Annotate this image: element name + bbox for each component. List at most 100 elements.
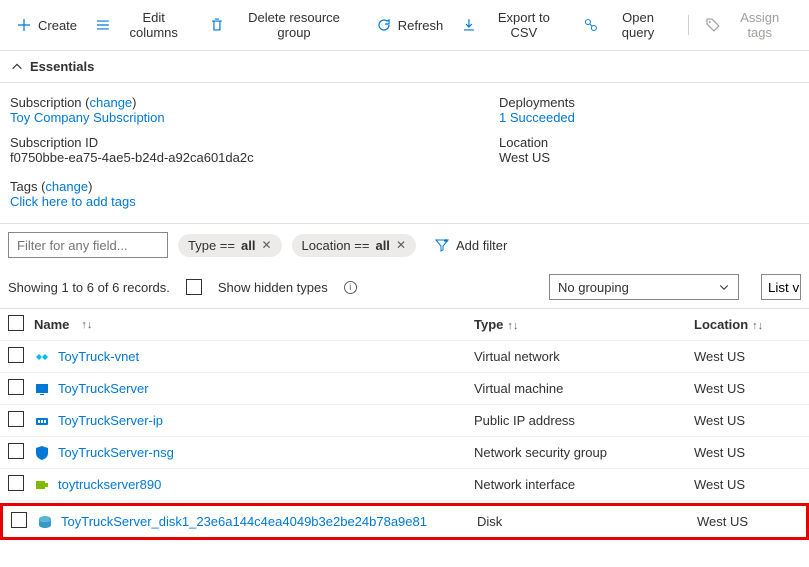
filter-icon — [434, 237, 450, 253]
row-checkbox[interactable] — [8, 411, 24, 427]
location-label: Location — [499, 135, 799, 150]
resource-type: Public IP address — [474, 413, 694, 428]
add-tags-link[interactable]: Click here to add tags — [10, 194, 499, 209]
subscription-id-value: f0750bbe-ea75-4ae5-b24d-a92ca601da2c — [10, 150, 499, 165]
resource-type: Disk — [477, 514, 697, 529]
resource-type: Network interface — [474, 477, 694, 492]
trash-icon — [209, 17, 225, 33]
filter-input[interactable] — [8, 232, 168, 258]
resource-location: West US — [694, 349, 801, 364]
resource-link[interactable]: toytruckserver890 — [58, 477, 161, 492]
table-row[interactable]: ToyTruckServer_disk1_23e6a144c4ea4049b3e… — [0, 503, 809, 540]
grouping-dropdown[interactable]: No grouping — [549, 274, 739, 300]
loc-pill-prefix: Location == — [302, 238, 370, 253]
type-pill-prefix: Type == — [188, 238, 235, 253]
location-pill-clear[interactable]: ✕ — [396, 238, 406, 252]
info-icon[interactable]: i — [344, 281, 357, 294]
assign-tags-button: Assign tags — [697, 6, 801, 44]
chevron-down-icon — [718, 281, 730, 293]
table-row[interactable]: ToyTruckServer-nsg Network security group… — [0, 437, 809, 469]
edit-columns-button[interactable]: Edit columns — [87, 6, 198, 44]
delete-rg-label: Delete resource group — [230, 10, 357, 40]
resource-link[interactable]: ToyTruckServer-ip — [58, 413, 163, 428]
location-value: West US — [499, 150, 799, 165]
resource-location: West US — [694, 413, 801, 428]
records-bar: Showing 1 to 6 of 6 records. Show hidden… — [0, 266, 809, 308]
open-query-button[interactable]: Open query — [575, 6, 680, 44]
resource-type: Virtual network — [474, 349, 694, 364]
vm-icon — [34, 381, 50, 397]
deployments-link[interactable]: 1 Succeeded — [499, 110, 799, 125]
name-column-header[interactable]: Name↑↓ — [34, 317, 474, 332]
records-count: Showing 1 to 6 of 6 records. — [8, 280, 170, 295]
add-filter-label: Add filter — [456, 238, 507, 253]
essentials-label: Essentials — [30, 59, 94, 74]
table-row[interactable]: toytruckserver890 Network interfaceWest U… — [0, 469, 809, 501]
type-column-header[interactable]: Type↑↓ — [474, 317, 694, 332]
sort-icon: ↑↓ — [81, 319, 92, 331]
subscription-label: Subscription (change) — [10, 95, 499, 110]
type-pill-clear[interactable]: ✕ — [261, 238, 271, 252]
tag-icon — [705, 17, 721, 33]
tags-change-link[interactable]: change — [45, 179, 88, 194]
tags-label: Tags (change) — [10, 179, 499, 194]
ip-icon — [34, 413, 50, 429]
add-filter-button[interactable]: Add filter — [426, 233, 515, 257]
row-checkbox[interactable] — [8, 347, 24, 363]
essentials-left: Subscription (change) Toy Company Subscr… — [10, 89, 499, 209]
resource-link[interactable]: ToyTruckServer-nsg — [58, 445, 174, 460]
subscription-name-link[interactable]: Toy Company Subscription — [10, 110, 499, 125]
delete-rg-button[interactable]: Delete resource group — [201, 6, 366, 44]
filter-bar: Type == all ✕ Location == all ✕ Add filt… — [0, 223, 809, 266]
nic-icon — [34, 477, 50, 493]
resource-location: West US — [694, 381, 801, 396]
resource-type: Network security group — [474, 445, 694, 460]
refresh-label: Refresh — [398, 18, 444, 33]
row-checkbox[interactable] — [8, 475, 24, 491]
chevron-up-icon — [10, 60, 24, 74]
table-row[interactable]: ToyTruck-vnet Virtual networkWest US — [0, 341, 809, 373]
show-hidden-label: Show hidden types — [218, 280, 328, 295]
disk-icon — [37, 514, 53, 530]
sort-icon: ↑↓ — [507, 320, 518, 332]
type-filter-pill[interactable]: Type == all ✕ — [178, 234, 282, 257]
columns-icon — [95, 17, 111, 33]
export-csv-button[interactable]: Export to CSV — [453, 6, 572, 44]
resource-link[interactable]: ToyTruck-vnet — [58, 349, 139, 364]
toolbar-separator — [688, 15, 689, 35]
create-button[interactable]: Create — [8, 13, 85, 37]
refresh-icon — [376, 17, 392, 33]
location-column-header[interactable]: Location↑↓ — [694, 317, 801, 332]
resource-location: West US — [697, 514, 798, 529]
select-all-checkbox[interactable] — [8, 315, 24, 331]
row-checkbox[interactable] — [8, 379, 24, 395]
resource-grid: Name↑↓ Type↑↓ Location↑↓ ToyTruck-vnet Vi… — [0, 308, 809, 540]
essentials-panel: Subscription (change) Toy Company Subscr… — [0, 83, 809, 223]
refresh-button[interactable]: Refresh — [368, 13, 452, 37]
resource-location: West US — [694, 477, 801, 492]
row-checkbox[interactable] — [11, 512, 27, 528]
subscription-change-link[interactable]: change — [90, 95, 133, 110]
deployments-label: Deployments — [499, 95, 799, 110]
location-filter-pill[interactable]: Location == all ✕ — [292, 234, 416, 257]
list-view-button[interactable]: List vi — [761, 274, 801, 300]
row-checkbox[interactable] — [8, 443, 24, 459]
essentials-toggle[interactable]: Essentials — [0, 51, 809, 83]
command-bar: Create Edit columns Delete resource grou… — [0, 0, 809, 51]
subscription-id-label: Subscription ID — [10, 135, 499, 150]
grid-header-row: Name↑↓ Type↑↓ Location↑↓ — [0, 309, 809, 341]
export-csv-label: Export to CSV — [483, 10, 565, 40]
show-hidden-checkbox[interactable] — [186, 279, 202, 295]
table-row[interactable]: ToyTruckServer Virtual machineWest US — [0, 373, 809, 405]
resource-link[interactable]: ToyTruckServer_disk1_23e6a144c4ea4049b3e… — [61, 514, 427, 529]
nsg-icon — [34, 445, 50, 461]
resource-type: Virtual machine — [474, 381, 694, 396]
essentials-right: Deployments 1 Succeeded Location West US — [499, 89, 799, 209]
resource-link[interactable]: ToyTruckServer — [58, 381, 149, 396]
open-query-label: Open query — [604, 10, 671, 40]
vnet-icon — [34, 349, 50, 365]
query-icon — [583, 17, 599, 33]
table-row[interactable]: ToyTruckServer-ip Public IP addressWest U… — [0, 405, 809, 437]
assign-tags-label: Assign tags — [726, 10, 793, 40]
plus-icon — [16, 17, 32, 33]
